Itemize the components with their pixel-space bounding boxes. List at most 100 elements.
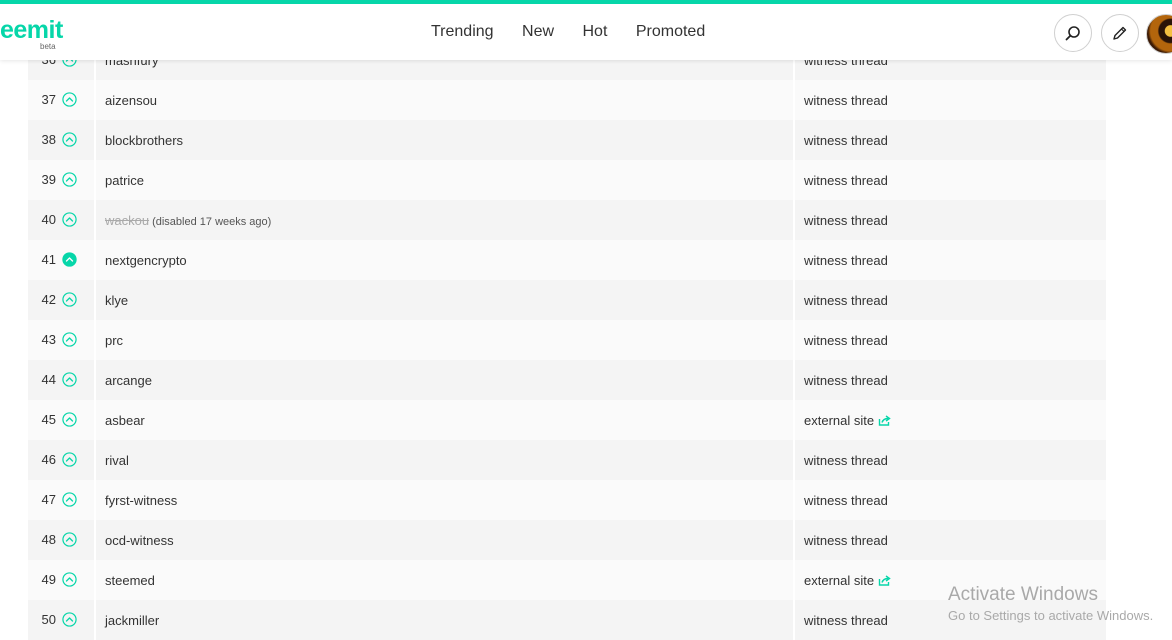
chevron-up-circle-icon xyxy=(62,132,77,147)
vote-button[interactable] xyxy=(62,292,77,307)
vote-button[interactable] xyxy=(62,372,77,387)
witness-thread-link[interactable]: witness thread xyxy=(804,533,888,548)
vote-button[interactable] xyxy=(62,492,77,507)
witness-name[interactable]: steemed xyxy=(105,573,155,588)
disabled-note: (disabled 17 weeks ago) xyxy=(152,215,272,228)
logo[interactable]: eemit xyxy=(0,18,63,43)
witness-name-cell: wackou (disabled 17 weeks ago) xyxy=(96,200,795,240)
witness-link-cell: witness thread xyxy=(795,80,1106,120)
external-site-link[interactable]: external site xyxy=(804,413,874,428)
rank-number: 49 xyxy=(41,571,56,587)
chevron-up-circle-icon xyxy=(62,532,77,547)
witness-link-cell: witness thread xyxy=(795,440,1106,480)
witness-name[interactable]: klye xyxy=(105,293,128,308)
vote-button[interactable] xyxy=(62,572,77,587)
witness-link-cell: witness thread xyxy=(795,200,1106,240)
witness-name-cell: fyrst-witness xyxy=(96,480,795,520)
witness-thread-link[interactable]: witness thread xyxy=(804,613,888,628)
witness-name[interactable]: asbear xyxy=(105,413,145,428)
nav-hot[interactable]: Hot xyxy=(582,23,607,41)
vote-button[interactable] xyxy=(62,252,77,267)
rank-number: 47 xyxy=(41,491,56,507)
write-post-button[interactable] xyxy=(1101,14,1139,52)
witness-link-cell: witness thread xyxy=(795,520,1106,560)
rank-number: 45 xyxy=(41,411,56,427)
rank-number: 48 xyxy=(41,531,56,547)
witness-table: 36mashfurywitness thread37aizensouwitnes… xyxy=(28,40,1106,640)
chevron-up-circle-icon xyxy=(62,252,77,267)
witness-thread-link[interactable]: witness thread xyxy=(804,253,888,268)
rank-cell: 45 xyxy=(28,400,96,440)
chevron-up-circle-icon xyxy=(62,492,77,507)
rank-cell: 40 xyxy=(28,200,96,240)
rank-cell: 37 xyxy=(28,80,96,120)
vote-button[interactable] xyxy=(62,332,77,347)
witness-link-cell: witness thread xyxy=(795,160,1106,200)
witness-name-cell: klye xyxy=(96,280,795,320)
witness-row: 42 klye witness thread xyxy=(28,280,1106,320)
rank-cell: 38 xyxy=(28,120,96,160)
vote-button[interactable] xyxy=(62,172,77,187)
witness-name[interactable]: aizensou xyxy=(105,93,157,108)
user-avatar[interactable] xyxy=(1146,14,1172,54)
external-site-link[interactable]: external site xyxy=(804,573,874,588)
witness-name[interactable]: nextgencrypto xyxy=(105,253,187,268)
witness-row: 44 arcange witness thread xyxy=(28,360,1106,400)
witness-thread-link[interactable]: witness thread xyxy=(804,173,888,188)
witness-name-cell: blockbrothers xyxy=(96,120,795,160)
witness-name-cell: aizensou xyxy=(96,80,795,120)
witness-name[interactable]: prc xyxy=(105,333,123,348)
witness-name-cell: steemed xyxy=(96,560,795,600)
chevron-up-circle-icon xyxy=(62,212,77,227)
witness-thread-link[interactable]: witness thread xyxy=(804,293,888,308)
witness-thread-link[interactable]: witness thread xyxy=(804,133,888,148)
witness-name[interactable]: rival xyxy=(105,453,129,468)
witness-name-cell: arcange xyxy=(96,360,795,400)
top-bar: eemit beta Trending New Hot Promoted xyxy=(0,0,1172,60)
witness-name[interactable]: fyrst-witness xyxy=(105,493,177,508)
search-icon xyxy=(1065,26,1080,41)
witness-name[interactable]: patrice xyxy=(105,173,144,188)
external-link-icon xyxy=(878,574,891,586)
witness-row: 39 patrice witness thread xyxy=(28,160,1106,200)
witness-name[interactable]: jackmiller xyxy=(105,613,159,628)
rank-number: 46 xyxy=(41,451,56,467)
witness-name-cell: prc xyxy=(96,320,795,360)
witness-name-cell: ocd-witness xyxy=(96,520,795,560)
witness-thread-link[interactable]: witness thread xyxy=(804,333,888,348)
rank-number: 43 xyxy=(41,331,56,347)
rank-number: 41 xyxy=(41,251,56,267)
rank-number: 40 xyxy=(41,211,56,227)
witness-row: 45 asbear external site xyxy=(28,400,1106,440)
nav-promoted[interactable]: Promoted xyxy=(636,23,705,41)
witness-thread-link[interactable]: witness thread xyxy=(804,493,888,508)
witness-thread-link[interactable]: witness thread xyxy=(804,93,888,108)
chevron-up-circle-icon xyxy=(62,572,77,587)
witness-thread-link[interactable]: witness thread xyxy=(804,373,888,388)
vote-button[interactable] xyxy=(62,412,77,427)
windows-activation-watermark: Activate Windows Go to Settings to activ… xyxy=(948,584,1153,623)
rank-cell: 39 xyxy=(28,160,96,200)
vote-button[interactable] xyxy=(62,92,77,107)
search-button[interactable] xyxy=(1054,14,1092,52)
vote-button[interactable] xyxy=(62,212,77,227)
witness-row: 47 fyrst-witness witness thread xyxy=(28,480,1106,520)
witness-thread-link[interactable]: witness thread xyxy=(804,213,888,228)
witness-name[interactable]: ocd-witness xyxy=(105,533,174,548)
witness-name[interactable]: blockbrothers xyxy=(105,133,183,148)
nav-new[interactable]: New xyxy=(522,23,554,41)
main-nav: Trending New Hot Promoted xyxy=(419,23,717,41)
witness-name[interactable]: wackou xyxy=(105,213,149,228)
chevron-up-circle-icon xyxy=(62,332,77,347)
witness-thread-link[interactable]: witness thread xyxy=(804,453,888,468)
witness-name-cell: rival xyxy=(96,440,795,480)
vote-button[interactable] xyxy=(62,532,77,547)
nav-trending[interactable]: Trending xyxy=(431,23,494,41)
witness-row: 46 rival witness thread xyxy=(28,440,1106,480)
witness-name-cell: jackmiller xyxy=(96,600,795,640)
witness-row: 43 prc witness thread xyxy=(28,320,1106,360)
vote-button[interactable] xyxy=(62,132,77,147)
vote-button[interactable] xyxy=(62,452,77,467)
witness-name[interactable]: arcange xyxy=(105,373,152,388)
witness-row: 48 ocd-witness witness thread xyxy=(28,520,1106,560)
